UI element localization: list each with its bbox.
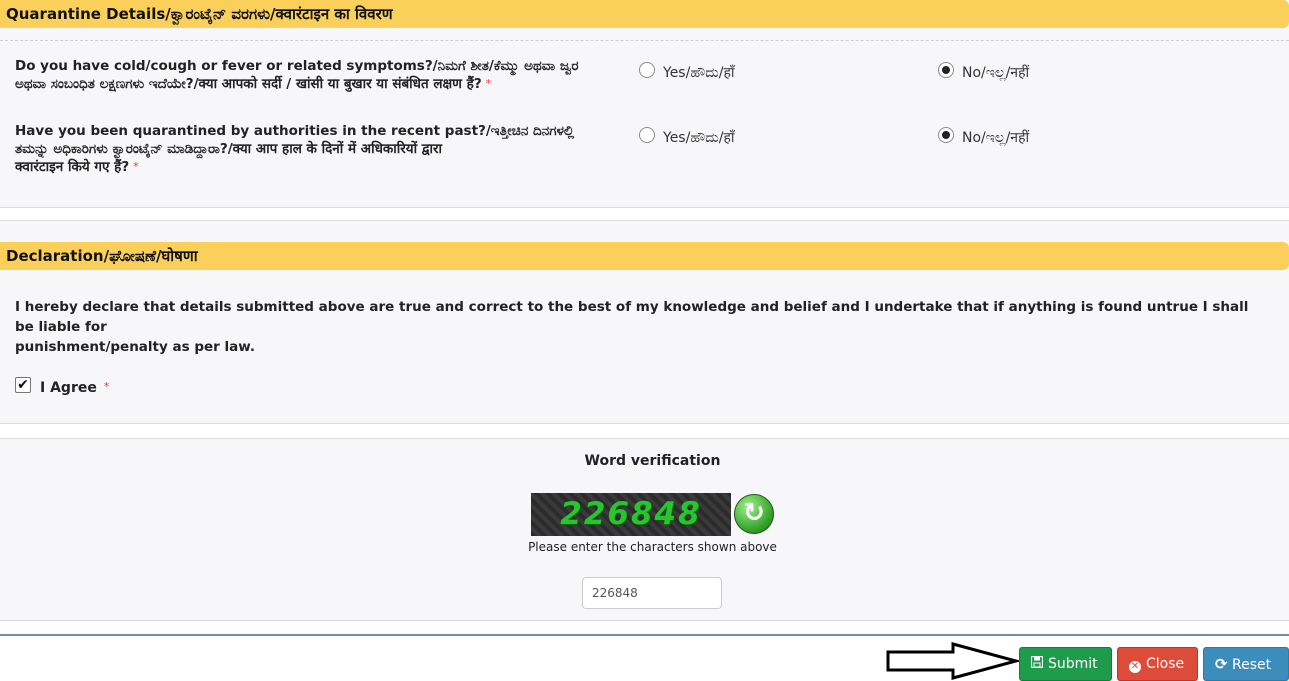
agree-checkbox[interactable]: ✔ [15, 377, 31, 393]
word-verification-title: Word verification [584, 453, 721, 469]
quarantine-heading: Quarantine Details/ಕ್ವಾರಂಟೈನ್ ವರಗಳು/क्वा… [0, 0, 1289, 28]
submit-button[interactable]: Submit [1019, 647, 1112, 681]
quarantined-yes-radio[interactable] [639, 127, 655, 143]
question-symptoms-line2: ಅಥವಾ ಸಂಬಂಧಿತ ಲಕ್ಷಣಗಳು ಇದೆಯೇ?/क्या आपको स… [15, 76, 482, 92]
question-quarantined-line1: Have you been quarantined by authorities… [15, 123, 575, 139]
close-label: Close [1146, 656, 1185, 672]
question-quarantined-line2: ತಮನ್ನು ಅಧಿಕಾರಿಗಳು ಕ್ವಾರಂಟೈನ್ ಮಾಡಿದ್ದಾರಾ?… [15, 141, 443, 157]
question-quarantined: Have you been quarantined by authorities… [15, 122, 630, 176]
reset-label: Reset [1232, 657, 1272, 673]
declaration-line1: I hereby declare that details submitted … [15, 299, 1249, 335]
symptoms-yes-radio[interactable] [639, 62, 655, 78]
section-border [0, 207, 1289, 208]
footer-border [0, 634, 1289, 636]
quarantined-no-label[interactable]: No/ಇಲ್ಲ/नहीं [962, 128, 1029, 147]
captcha-hint: Please enter the characters shown above [528, 540, 777, 554]
captcha-input[interactable] [582, 577, 722, 609]
footer-border [0, 620, 1289, 621]
declaration-text: I hereby declare that details submitted … [15, 297, 1265, 357]
close-button[interactable]: ✕ Close [1117, 647, 1198, 681]
reset-button[interactable]: ⟳ Reset [1203, 647, 1289, 681]
close-circle-icon: ✕ [1129, 661, 1141, 673]
submit-label: Submit [1048, 656, 1098, 672]
required-marker: * [133, 160, 139, 173]
arrow-pointer-icon [886, 642, 1019, 680]
question-symptoms: Do you have cold/cough or fever or relat… [15, 57, 630, 93]
question-quarantined-line3: क्वारंटाइन किये गए हैं? [15, 159, 130, 175]
quarantined-yes-label[interactable]: Yes/ಹೌದು/हाँ [663, 128, 735, 147]
symptoms-no-radio[interactable] [938, 62, 954, 78]
section-border [0, 423, 1289, 424]
agree-label[interactable]: I Agree * [40, 380, 109, 396]
required-marker: * [485, 77, 492, 90]
required-marker: * [103, 380, 110, 393]
agree-text: I Agree [40, 380, 97, 396]
declaration-heading: Declaration/ಘೋಷಣೆ/घोषणा [0, 242, 1289, 270]
captcha-refresh-icon[interactable]: ↻ [734, 494, 774, 534]
symptoms-yes-label[interactable]: Yes/ಹೌದು/हाँ [663, 63, 735, 82]
refresh-icon: ⟳ [1215, 655, 1228, 673]
question-symptoms-line1: Do you have cold/cough or fever or relat… [15, 58, 579, 74]
symptoms-no-label[interactable]: No/ಇಲ್ಲ/नहीं [962, 63, 1029, 82]
captcha-image: 226848 [531, 493, 731, 536]
save-icon [1030, 648, 1045, 680]
declaration-line2: punishment/penalty as per law. [15, 339, 255, 355]
divider [0, 40, 1289, 41]
quarantined-no-radio[interactable] [938, 127, 954, 143]
